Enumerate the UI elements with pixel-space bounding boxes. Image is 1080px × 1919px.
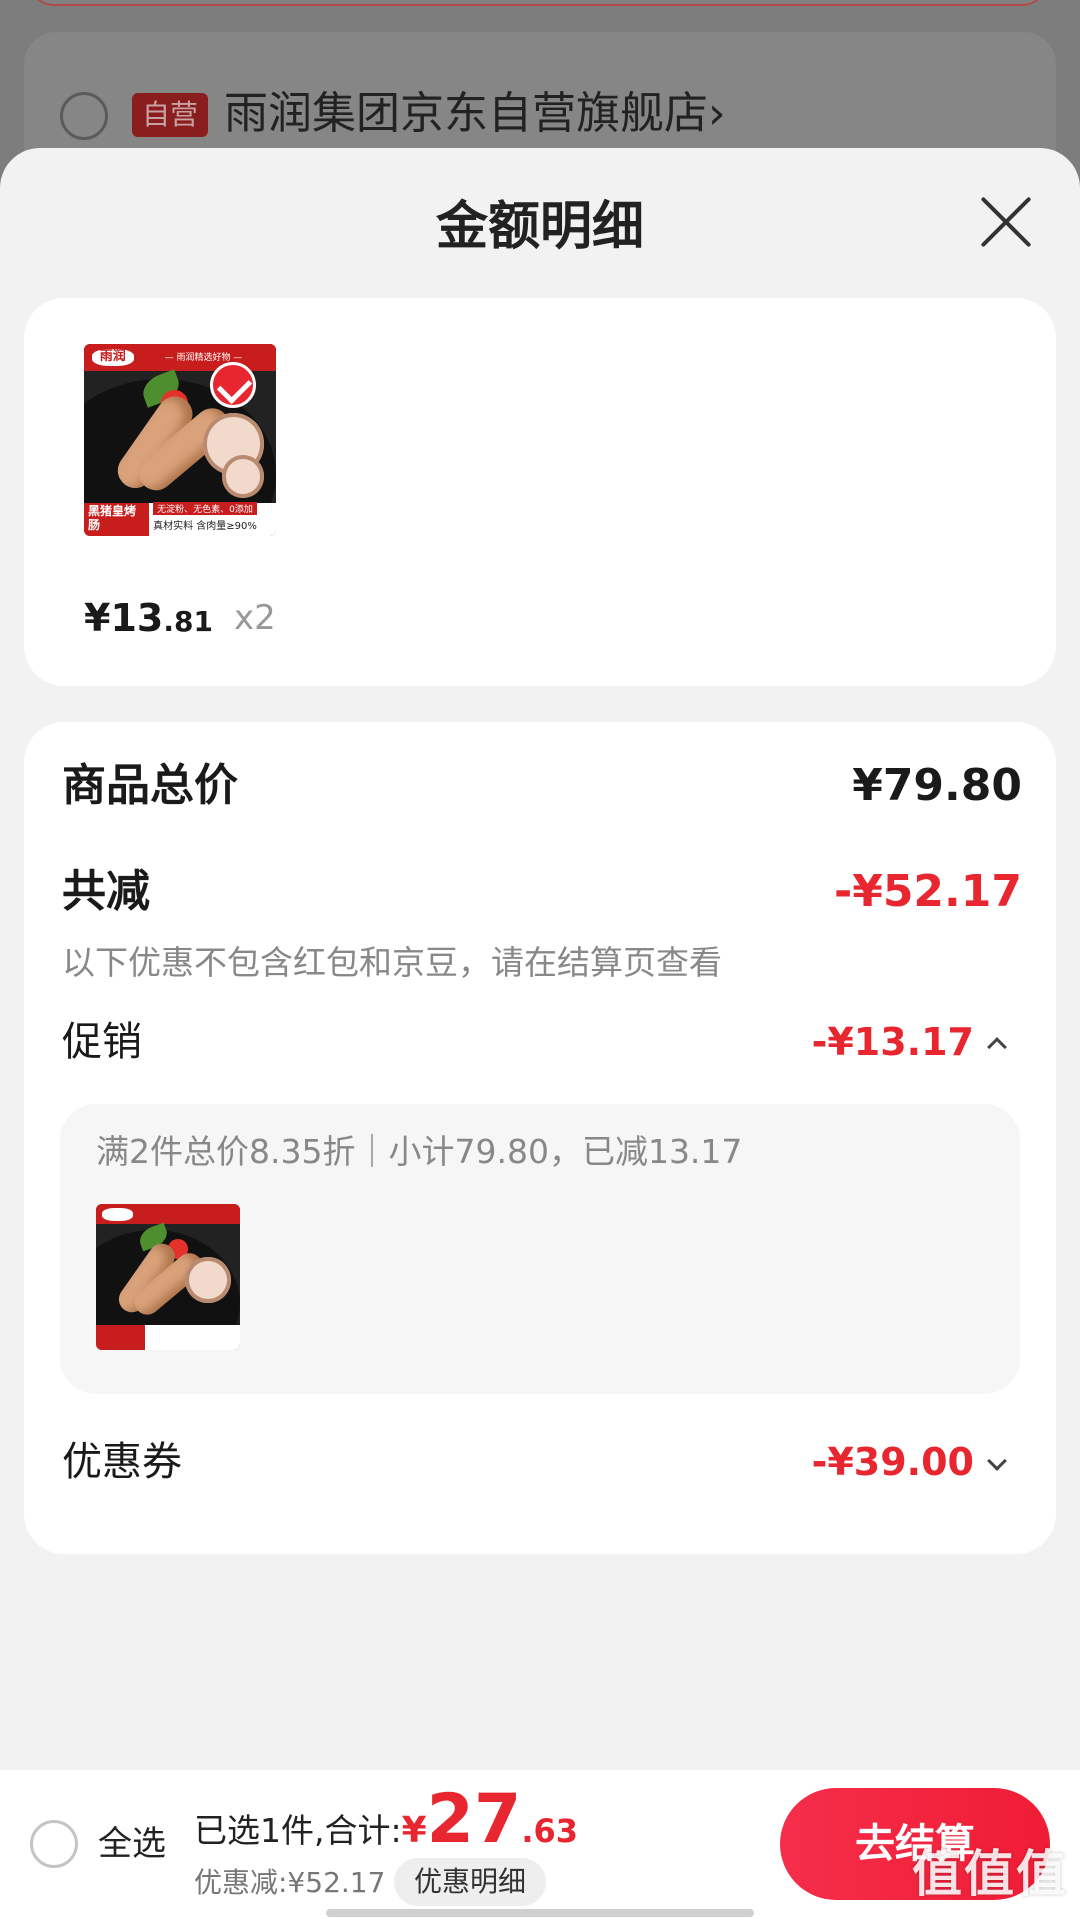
total-price-label: 商品总价 bbox=[62, 760, 238, 811]
brand-logo: 雨润 bbox=[91, 348, 134, 367]
selected-check-icon[interactable] bbox=[210, 362, 256, 408]
chevron-right-icon: › bbox=[708, 88, 726, 139]
coupon-label: 优惠券 bbox=[62, 1439, 182, 1485]
discount-summary: 优惠减:¥52.17 bbox=[194, 1866, 386, 1899]
chevron-up-icon[interactable] bbox=[987, 1037, 1007, 1057]
background-card-edge bbox=[28, 0, 1048, 6]
discount-value: -¥52.17 bbox=[833, 866, 1022, 917]
total-price-value: ¥79.80 bbox=[852, 760, 1022, 811]
sheet-title: 金额明细 bbox=[435, 197, 644, 257]
store-name-text: 雨润集团京东自营旗舰店 bbox=[224, 88, 708, 139]
chevron-down-icon[interactable] bbox=[987, 1451, 1007, 1471]
item-price: ¥13.81 bbox=[84, 596, 213, 640]
self-operated-badge: 自营 bbox=[132, 93, 209, 137]
price-summary-card: 商品总价 ¥79.80 共减 -¥52.17 以下优惠不包含红包和京豆，请在结算… bbox=[24, 722, 1056, 1554]
discount-label: 共减 bbox=[62, 866, 150, 917]
selected-items-card: 雨润 — 雨润精选好物 — 黑猪皇烤肠 无淀粉、无色素、0添加 真材实料 含肉量… bbox=[24, 298, 1056, 686]
coupon-value[interactable]: -¥39.00 bbox=[812, 1434, 974, 1490]
checkout-bar: 全选 已选1件,合计:¥27.63 优惠减:¥52.17 优惠明细 去结算 值值… bbox=[0, 1770, 1080, 1919]
promo-label: 促销 bbox=[62, 1019, 142, 1065]
watermark-logo: 值值值 bbox=[912, 1845, 1068, 1903]
home-indicator[interactable] bbox=[326, 1909, 754, 1917]
item-quantity: x2 bbox=[234, 598, 276, 638]
discount-note: 以下优惠不包含红包和京豆，请在结算页查看 bbox=[62, 943, 722, 982]
promo-detail-text: 满2件总价8.35折｜小计79.80，已减13.17 bbox=[96, 1132, 743, 1171]
selected-total: 已选1件,合计:¥27.63 bbox=[194, 1780, 578, 1859]
watermark-url: zhizhizhi.com bbox=[909, 1898, 1058, 1919]
promo-detail-box: 满2件总价8.35折｜小计79.80，已减13.17 bbox=[60, 1104, 1020, 1394]
select-all-label[interactable]: 全选 bbox=[98, 1818, 166, 1870]
promo-value[interactable]: -¥13.17 bbox=[812, 1014, 974, 1070]
amount-detail-sheet: 金额明细 雨润 — 雨润精选好物 — 黑猪皇烤肠 无淀粉、无色素、0添加 真材实… bbox=[0, 148, 1080, 1919]
select-all-radio[interactable] bbox=[30, 1820, 78, 1868]
store-name[interactable]: 雨润集团京东自营旗舰店› bbox=[224, 84, 726, 144]
discount-detail-button[interactable]: 优惠明细 bbox=[394, 1858, 547, 1906]
store-select-radio[interactable] bbox=[60, 92, 108, 140]
close-icon[interactable] bbox=[978, 194, 1034, 250]
promo-product-image[interactable] bbox=[96, 1204, 240, 1350]
